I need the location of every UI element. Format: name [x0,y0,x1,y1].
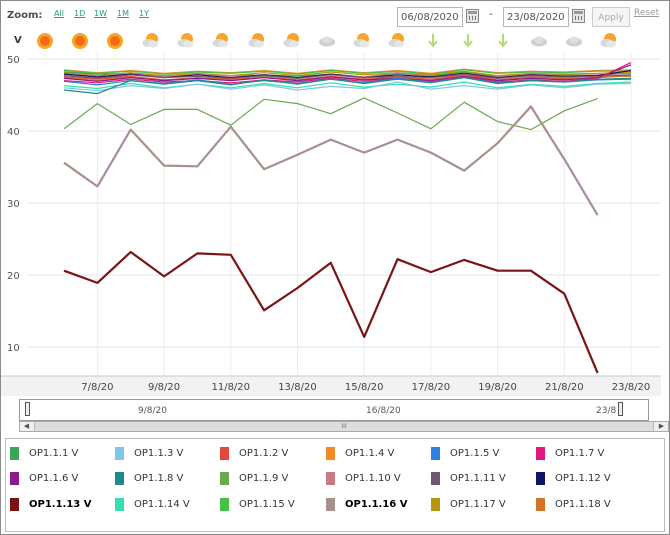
legend-swatch [115,447,124,460]
range-navigator: 9/8/20 16/8/20 23/8 ◀ III ▶ [1,399,669,435]
x-tick-label: 19/8/20 [478,382,517,393]
apply-button[interactable]: Apply [592,7,630,27]
legend-label: OP1.1.13 V [29,499,92,510]
legend-label: OP1.1.14 V [134,499,190,510]
scroll-right-icon[interactable]: ▶ [656,422,667,431]
x-tick-label: 9/8/20 [148,382,180,393]
chart-frame: Zoom: All 1D 1W 1M 1Y 06/08/2020 - 23/08… [0,0,670,535]
legend-label: OP1.1.3 V [134,448,184,459]
legend-label: OP1.1.4 V [345,448,395,459]
sun-icon [37,33,53,49]
legend-swatch [536,472,545,485]
zoom-all-button[interactable]: All [54,9,64,18]
legend-label: OP1.1.9 V [239,473,289,484]
navigator-bar[interactable]: 9/8/20 16/8/20 23/8 [19,399,649,421]
legend-label: OP1.1.7 V [555,448,605,459]
zoom-1m-button[interactable]: 1M [117,9,129,18]
end-date-input[interactable]: 23/08/2020 [503,7,569,27]
legend-swatch [115,472,124,485]
cloud-icon [531,36,547,47]
legend-swatch [10,472,19,485]
line-chart: 10 20 30 40 50 7/8/20 9/8/20 11/8/20 13/8/20 15/8… [1,52,661,396]
partly-cloudy-icon [142,33,158,48]
legend-swatch [431,472,440,485]
shower-icon [428,34,438,48]
legend-label: OP1.1.17 V [450,499,506,510]
navigator-scrollbar[interactable]: ◀ III ▶ [19,421,669,432]
reset-link[interactable]: Reset [634,8,659,18]
zoom-1d-button[interactable]: 1D [74,9,85,18]
x-tick-label: 15/8/20 [345,382,384,393]
legend-label: OP1.1.1 V [29,448,79,459]
x-tick-label: 7/8/20 [81,382,113,393]
legend-swatch [536,498,545,511]
legend-swatch [10,498,19,511]
legend-label: OP1.1.10 V [345,473,401,484]
partly-cloudy-icon [177,33,193,48]
sun-icon [72,33,88,49]
partly-cloudy-icon [212,33,228,48]
date-separator: - [489,9,493,20]
navigator-left-handle[interactable] [25,402,30,416]
legend-swatch [431,447,440,460]
legend-swatch [326,472,335,485]
plot-area [27,52,661,376]
legend-swatch [431,498,440,511]
legend-swatch [220,472,229,485]
shower-icon [498,34,508,48]
x-tick-label: 23/8/20 [612,382,651,393]
calendar-icon[interactable] [572,9,585,23]
sun-icon [107,33,123,49]
legend-label: OP1.1.11 V [450,473,506,484]
x-tick-label: 13/8/20 [278,382,317,393]
weather-row: V [1,31,669,51]
x-tick-label: 17/8/20 [412,382,451,393]
partly-cloudy-icon [248,33,264,48]
legend-swatch [326,498,335,511]
legend-label: OP1.1.8 V [134,473,184,484]
legend-swatch [220,498,229,511]
zoom-1y-button[interactable]: 1Y [139,9,149,18]
scroll-thumb[interactable]: III [34,422,654,431]
y-tick-label: 30 [7,199,20,210]
calendar-icon[interactable] [466,9,479,23]
partly-cloudy-icon [600,33,616,48]
y-tick-label: 20 [7,271,20,282]
navigator-label: 9/8/20 [138,406,167,416]
partly-cloudy-icon [353,33,369,48]
y-tick-label: 10 [7,343,20,354]
y-tick-label: 40 [7,127,20,138]
partly-cloudy-icon [388,33,404,48]
navigator-right-handle[interactable] [618,402,623,416]
navigator-label: 23/8 [596,406,617,416]
legend-swatch [220,447,229,460]
legend-label: OP1.1.15 V [239,499,295,510]
legend-swatch [10,447,19,460]
partly-cloudy-icon [283,33,299,48]
legend-label: OP1.1.6 V [29,473,79,484]
legend-label: OP1.1.2 V [239,448,289,459]
cloud-icon [566,36,582,47]
zoom-1w-button[interactable]: 1W [94,9,107,18]
legend-label: OP1.1.5 V [450,448,500,459]
shower-icon [463,34,473,48]
legend-swatch [536,447,545,460]
legend-label: OP1.1.16 V [345,499,408,510]
legend-swatch [115,498,124,511]
legend-label: OP1.1.12 V [555,473,611,484]
cloud-icon [319,36,335,47]
x-tick-label: 21/8/20 [545,382,584,393]
legend-swatch [326,447,335,460]
legend-label: OP1.1.18 V [555,499,611,510]
scroll-left-icon[interactable]: ◀ [21,422,32,431]
y-tick-label: 50 [7,55,20,66]
zoom-label: Zoom: [7,10,43,21]
start-date-input[interactable]: 06/08/2020 [397,7,463,27]
legend: OP1.1.1 V OP1.1.3 V OP1.1.2 V OP1.1.4 V OP1.… [5,438,665,532]
x-tick-label: 11/8/20 [211,382,250,393]
weather-row-label: V [14,35,22,46]
toolbar: Zoom: All 1D 1W 1M 1Y 06/08/2020 - 23/08… [1,1,669,33]
navigator-label: 16/8/20 [366,406,401,416]
